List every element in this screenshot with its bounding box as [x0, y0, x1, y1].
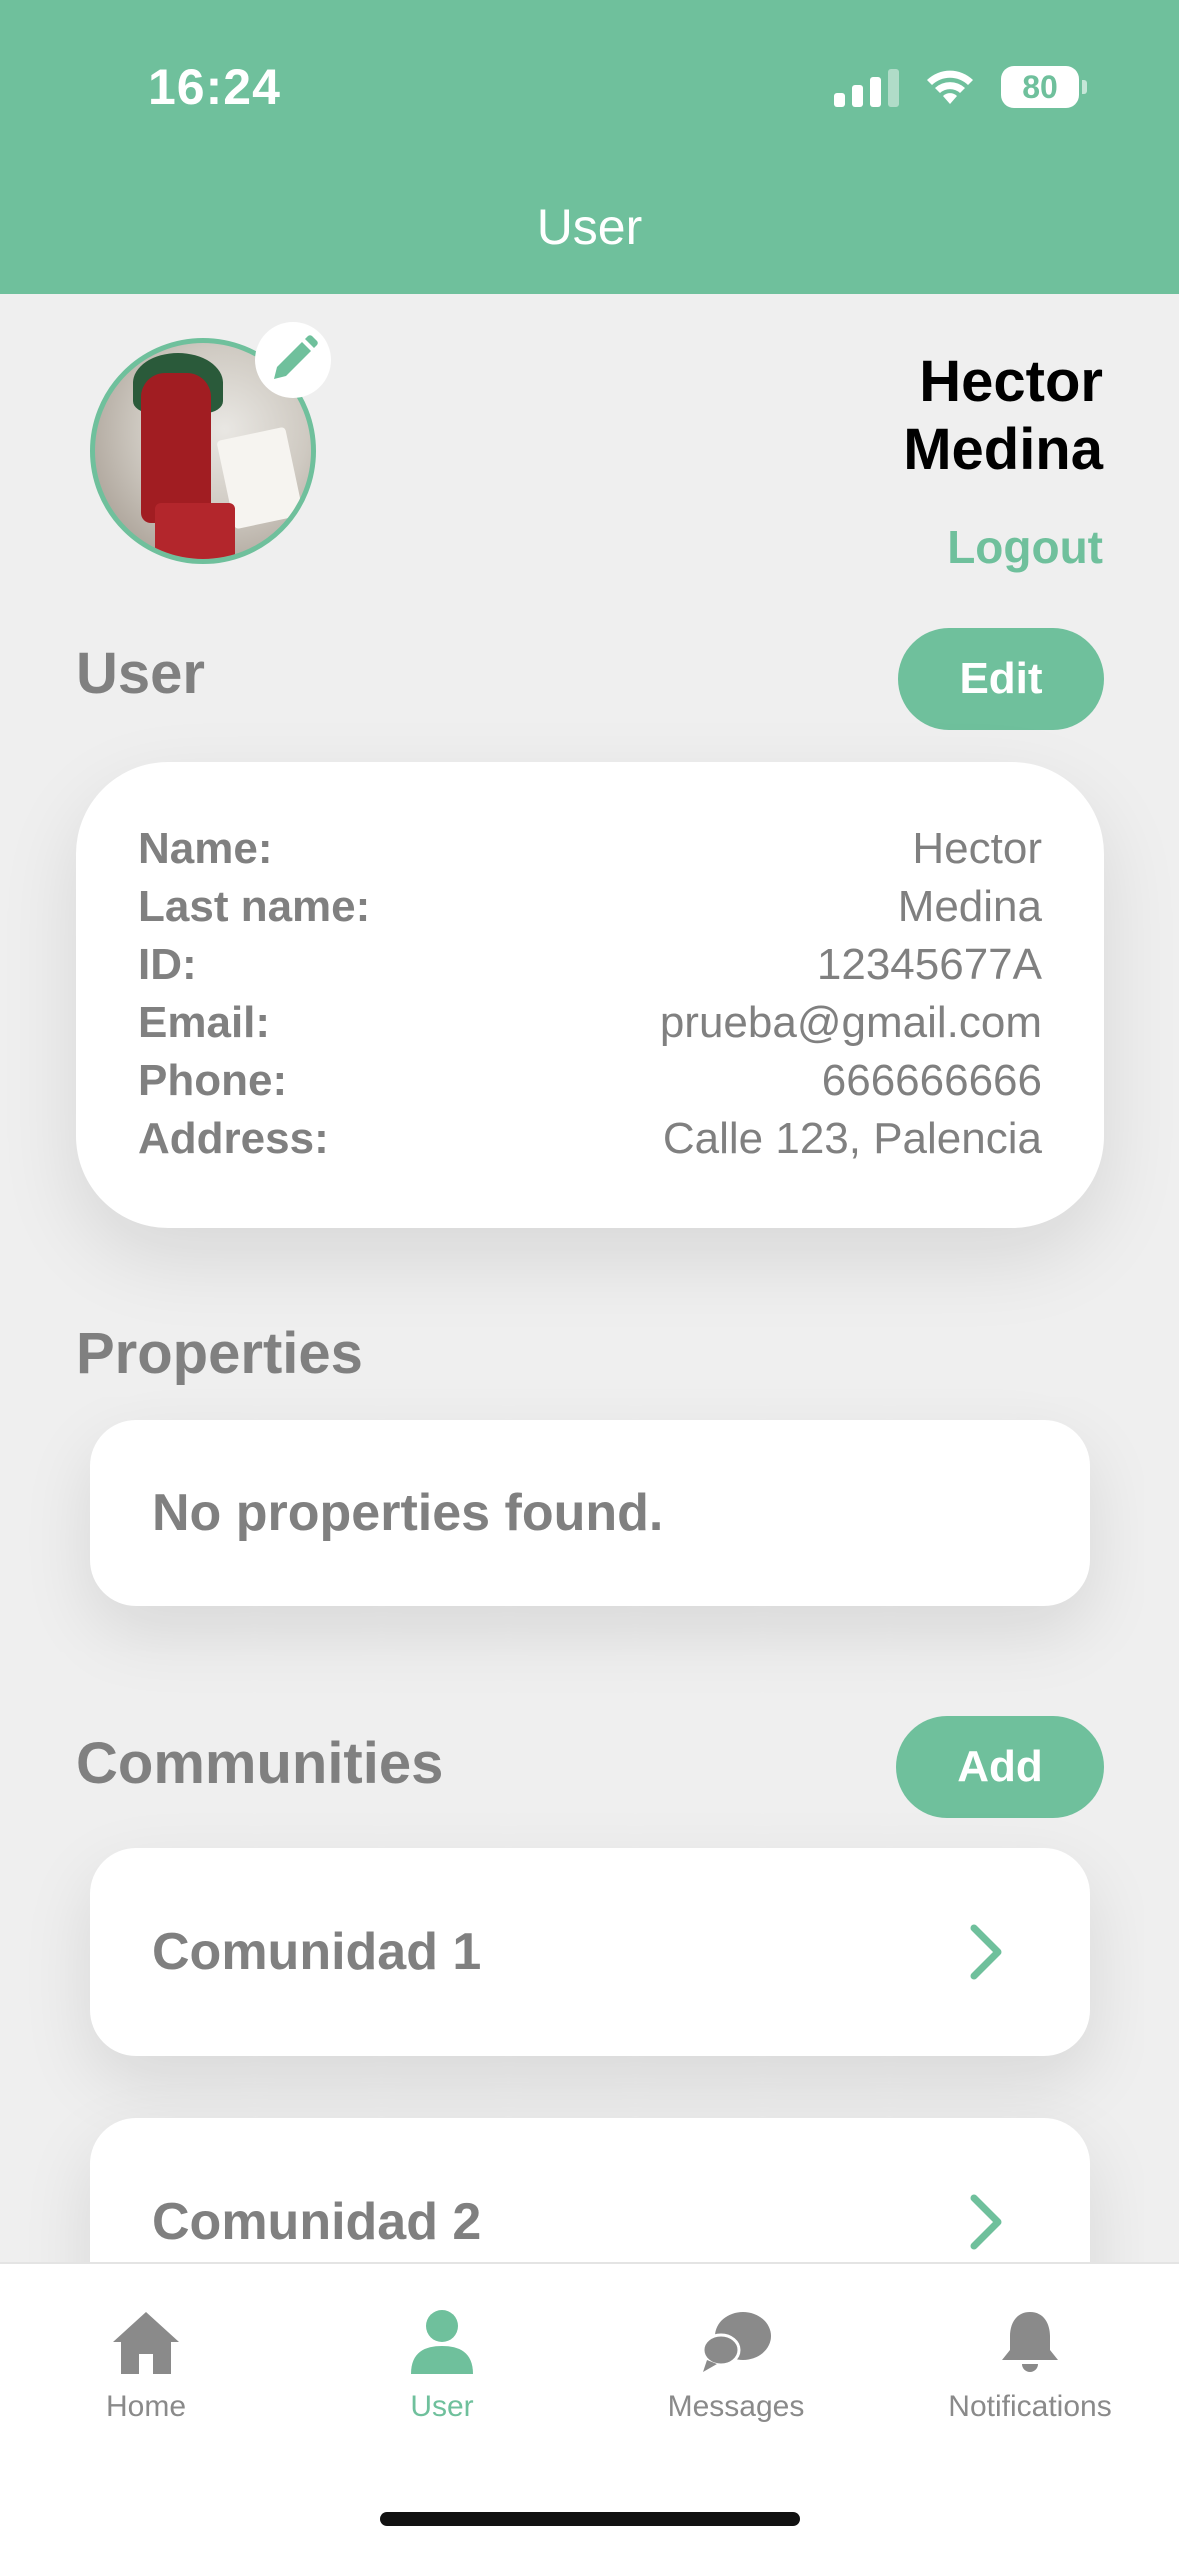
- page-title: User: [536, 199, 643, 255]
- bell-icon: [1002, 2312, 1058, 2372]
- edit-button[interactable]: Edit: [898, 628, 1104, 730]
- wifi-icon: [927, 70, 973, 104]
- add-community-button[interactable]: Add: [896, 1716, 1104, 1818]
- user-icon: [411, 2310, 473, 2374]
- properties-empty-card: No properties found.: [90, 1420, 1090, 1606]
- info-value: 12345677A: [816, 940, 1042, 989]
- profile-name: Hector Medina: [903, 348, 1103, 484]
- chevron-right-icon: [970, 2194, 1002, 2250]
- profile-last-name: Medina: [903, 417, 1103, 482]
- tab-label: User: [410, 2390, 474, 2423]
- communities-section-title: Communities: [76, 1731, 444, 1796]
- chevron-right-icon: [970, 1924, 1002, 1980]
- info-label: Last name:: [138, 882, 371, 931]
- info-row-name: Name: Hector: [138, 820, 1042, 878]
- info-label: ID:: [138, 940, 197, 989]
- pencil-icon: [274, 335, 318, 379]
- info-value: Hector: [912, 824, 1042, 873]
- properties-empty-text: No properties found.: [152, 1484, 664, 1542]
- info-value: prueba@gmail.com: [659, 998, 1042, 1047]
- info-label: Address:: [138, 1114, 329, 1163]
- community-item-label: Comunidad 1: [152, 1923, 482, 1981]
- community-item-label: Comunidad 2: [152, 2193, 482, 2251]
- info-value: 666666666: [821, 1056, 1042, 1105]
- cellular-signal-icon: [834, 67, 899, 107]
- tab-messages[interactable]: Messages: [616, 2308, 856, 2424]
- chat-bubbles-icon: [701, 2312, 771, 2372]
- info-row-last-name: Last name: Medina: [138, 878, 1042, 936]
- community-item[interactable]: Comunidad 1: [90, 1848, 1090, 2056]
- info-row-address: Address: Calle 123, Palencia: [138, 1110, 1042, 1168]
- home-icon: [113, 2312, 179, 2374]
- app-header: 16:24 80 User: [0, 0, 1179, 294]
- home-indicator: [380, 2512, 800, 2526]
- status-icons: 80: [834, 62, 1087, 112]
- tab-user[interactable]: User: [322, 2308, 562, 2424]
- properties-section-title: Properties: [76, 1321, 363, 1386]
- battery-icon: 80: [1001, 66, 1087, 108]
- info-label: Name:: [138, 824, 273, 873]
- tab-label: Messages: [667, 2390, 805, 2423]
- tab-home[interactable]: Home: [26, 2308, 266, 2424]
- info-label: Email:: [138, 998, 271, 1047]
- tab-label: Notifications: [948, 2390, 1112, 2423]
- edit-avatar-button[interactable]: [255, 322, 331, 398]
- user-info-card: Name: Hector Last name: Medina ID: 12345…: [76, 762, 1104, 1228]
- info-row-email: Email: prueba@gmail.com: [138, 994, 1042, 1052]
- info-value: Calle 123, Palencia: [662, 1114, 1042, 1163]
- info-row-id: ID: 12345677A: [138, 936, 1042, 994]
- info-label: Phone:: [138, 1056, 288, 1105]
- status-time: 16:24: [148, 59, 281, 115]
- logout-button[interactable]: Logout: [947, 520, 1103, 574]
- tab-notifications[interactable]: Notifications: [910, 2308, 1150, 2424]
- info-row-phone: Phone: 666666666: [138, 1052, 1042, 1110]
- profile-first-name: Hector: [919, 349, 1103, 414]
- tab-label: Home: [105, 2390, 187, 2423]
- info-value: Medina: [897, 882, 1042, 931]
- user-section-title: User: [76, 641, 205, 706]
